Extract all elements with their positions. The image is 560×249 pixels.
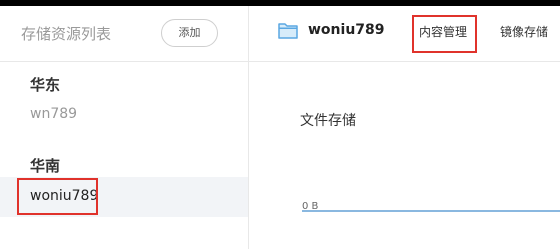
add-button[interactable]: 添加 [161,19,218,47]
chart-baseline [302,210,560,212]
selected-bucket-highlight [17,178,98,215]
sidebar-title: 存储资源列表 [21,25,112,43]
region-label-huadong: 华东 [30,76,61,94]
tab-highlight [412,15,477,53]
bucket-name: wn789 [30,106,78,122]
folder-icon [278,20,298,44]
tab-mirror-storage[interactable]: 镜像存储 [500,23,548,40]
sidebar-header: 存储资源列表 添加 [0,6,248,62]
region-label-huanan: 华南 [30,157,61,175]
bucket-item-wn789[interactable]: wn789 [0,95,248,135]
bucket-title: woniu789 [308,22,385,38]
section-title: 文件存储 [300,113,356,129]
